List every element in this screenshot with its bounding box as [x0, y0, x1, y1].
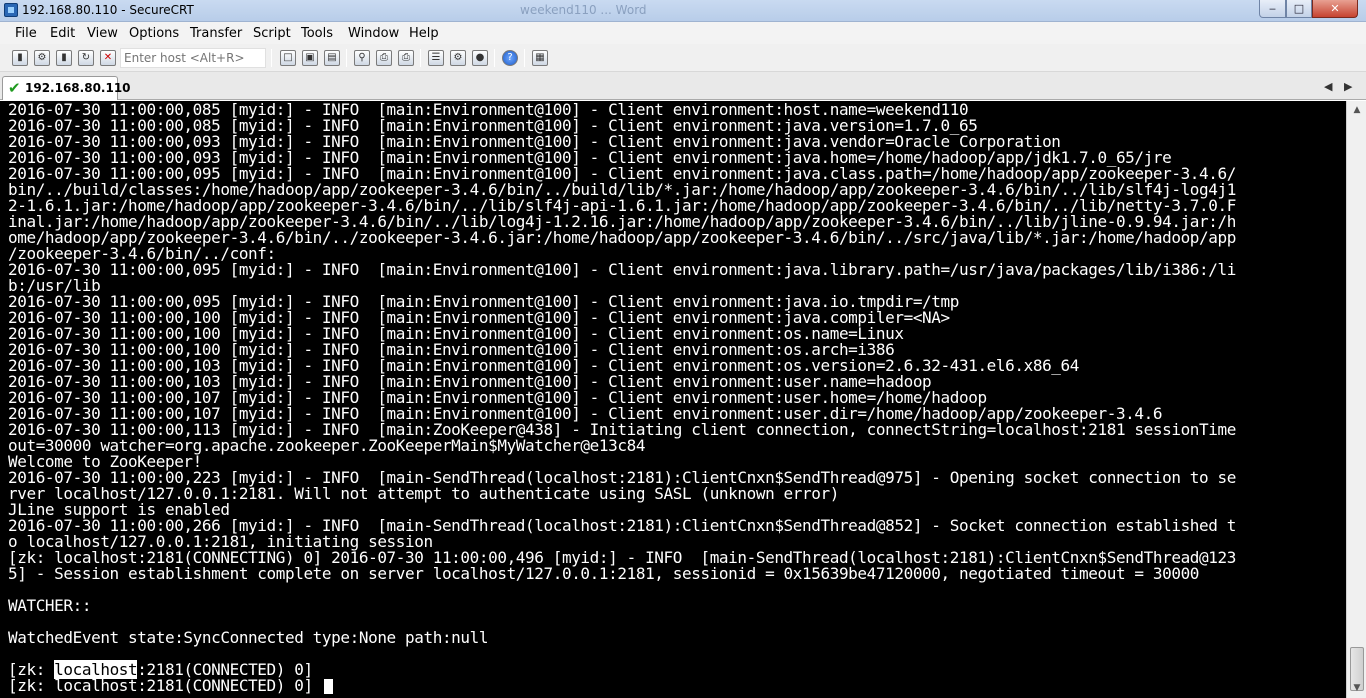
- toolbar-separator: [494, 49, 495, 67]
- session-options-icon[interactable]: ☰: [428, 50, 444, 66]
- paste-icon[interactable]: ▣: [302, 50, 318, 66]
- terminal-lines: 2016-07-30 11:00:00,085 [myid:] - INFO […: [8, 102, 1346, 662]
- current-prompt: [zk: localhost:2181(CONNECTED) 0]: [8, 676, 322, 695]
- toolbar-separator: [420, 49, 421, 67]
- background-window-title: weekend110 ... Word: [520, 3, 647, 17]
- menu-window[interactable]: Window: [348, 26, 399, 41]
- tab-scroll-right-button[interactable]: ▶: [1344, 80, 1352, 93]
- toolbar: ▮ ⚙ ▮ ↻ ✕ □ ▣ ▤ ⚲ ⎙ ⎙ ☰ ⚙ ● ? ▦: [0, 44, 1366, 72]
- window-title: 192.168.80.110 - SecureCRT: [22, 3, 194, 17]
- terminal-line: out=30000 watcher=org.apache.zookeeper.Z…: [8, 436, 646, 455]
- connect-tab-icon[interactable]: ▮: [56, 50, 72, 66]
- keymap-icon[interactable]: ●: [472, 50, 488, 66]
- vertical-scrollbar[interactable]: ▲ ▼: [1346, 101, 1366, 698]
- find-icon[interactable]: ⚲: [354, 50, 370, 66]
- title-bar: 192.168.80.110 - SecureCRT weekend110 ..…: [0, 0, 1366, 22]
- session-tab-label: 192.168.80.110: [25, 81, 131, 95]
- extra-icon[interactable]: ▦: [532, 50, 548, 66]
- menu-bar: File Edit View Options Transfer Script T…: [0, 22, 1366, 44]
- menu-transfer[interactable]: Transfer: [190, 26, 242, 41]
- toolbar-separator: [271, 49, 272, 67]
- terminal-line: WatchedEvent state:SyncConnected type:No…: [8, 628, 489, 647]
- copy-icon[interactable]: □: [280, 50, 296, 66]
- close-button[interactable]: ✕: [1312, 0, 1358, 18]
- text-cursor: [323, 679, 333, 694]
- print-icon[interactable]: ⎙: [376, 50, 392, 66]
- connect-icon[interactable]: ▮: [12, 50, 28, 66]
- disconnect-icon[interactable]: ✕: [100, 50, 116, 66]
- terminal-output[interactable]: 2016-07-30 11:00:00,085 [myid:] - INFO […: [0, 101, 1346, 698]
- quick-connect-icon[interactable]: ⚙: [34, 50, 50, 66]
- menu-file[interactable]: File: [15, 26, 37, 41]
- menu-options[interactable]: Options: [129, 26, 179, 41]
- maximize-button[interactable]: □: [1286, 0, 1312, 18]
- scroll-down-arrow-icon[interactable]: ▼: [1350, 681, 1364, 695]
- menu-tools[interactable]: Tools: [301, 26, 333, 41]
- securecrt-app-icon: [4, 3, 18, 17]
- minimize-button[interactable]: ‒: [1259, 0, 1286, 18]
- session-tab[interactable]: ✔ 192.168.80.110: [2, 76, 131, 100]
- terminal-line: 5] - Session establishment complete on s…: [8, 564, 1200, 583]
- terminal-line: 2016-07-30 11:00:00,095 [myid:] - INFO […: [8, 260, 1236, 279]
- tab-scroll-left-button[interactable]: ◀: [1324, 80, 1332, 93]
- copy-paste-icon[interactable]: ▤: [324, 50, 340, 66]
- menu-script[interactable]: Script: [253, 26, 291, 41]
- check-icon: ✔: [8, 79, 21, 97]
- print-selection-icon[interactable]: ⎙: [398, 50, 414, 66]
- terminal-prompt-line: [zk: localhost:2181(CONNECTED) 0]: [8, 678, 1346, 694]
- terminal-line: WATCHER::: [8, 596, 92, 615]
- menu-help[interactable]: Help: [409, 26, 439, 41]
- toolbar-separator: [346, 49, 347, 67]
- help-icon[interactable]: ?: [502, 50, 518, 66]
- reconnect-icon[interactable]: ↻: [78, 50, 94, 66]
- host-input[interactable]: [120, 48, 266, 68]
- menu-edit[interactable]: Edit: [50, 26, 75, 41]
- global-options-icon[interactable]: ⚙: [450, 50, 466, 66]
- scroll-up-arrow-icon[interactable]: ▲: [1350, 103, 1364, 117]
- tab-bar: ✔ 192.168.80.110 ◀ ▶: [0, 72, 1366, 100]
- menu-view[interactable]: View: [87, 26, 118, 41]
- toolbar-separator: [524, 49, 525, 67]
